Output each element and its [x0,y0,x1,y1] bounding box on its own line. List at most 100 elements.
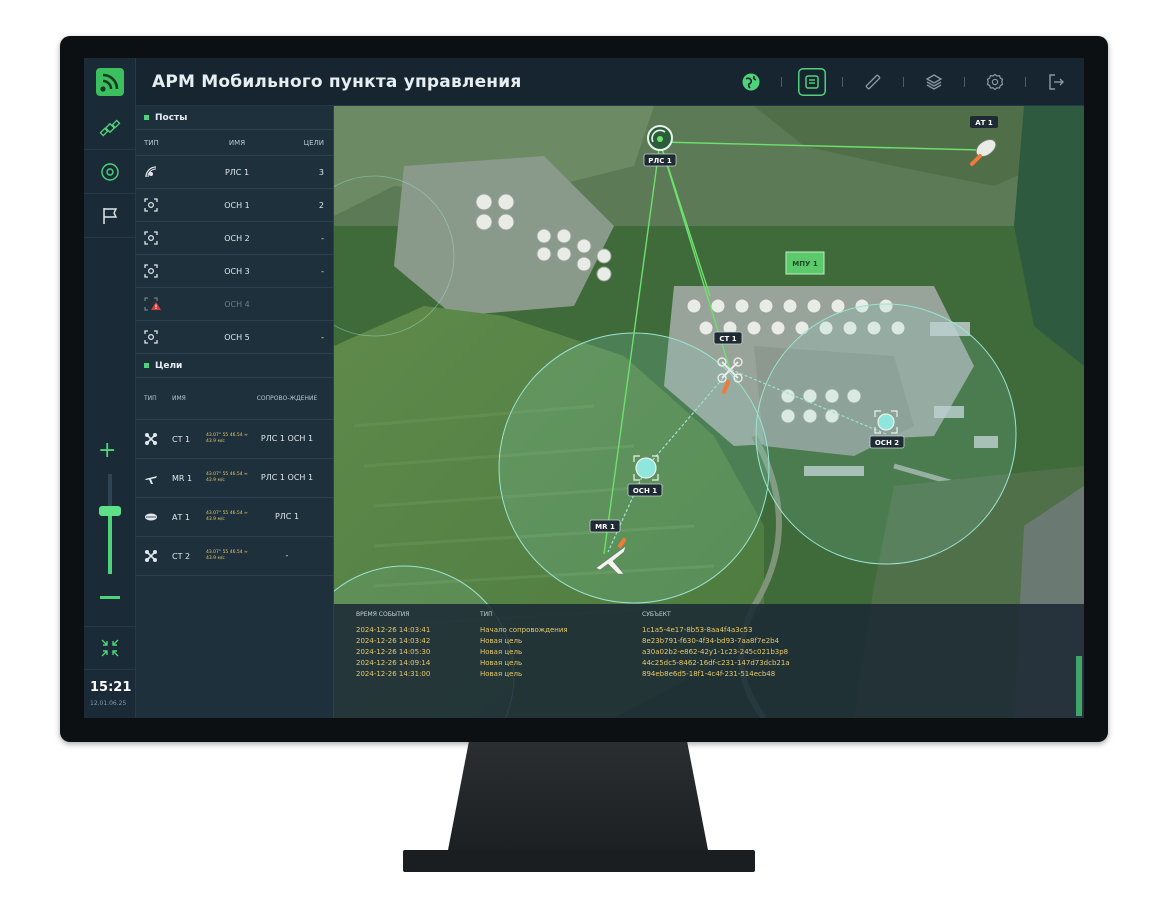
col-type: ТИП [144,395,157,402]
monitor-stand-base [403,850,755,872]
post-name: ОСН 4 [224,299,250,309]
col-event-type: ТИП [480,610,493,618]
map-label-osn1: ОСН 1 [633,487,657,495]
event-log-scrollbar[interactable] [1076,656,1082,716]
zoom-out-button[interactable] [100,596,120,599]
target-name: АТ 1 [172,512,190,522]
radar-marker[interactable] [647,125,673,151]
post-row-rls1[interactable]: РЛС 1 3 [136,156,333,189]
target-button[interactable] [84,150,136,194]
targets-section-header[interactable]: Цели [136,354,333,378]
satellite-icon [99,119,121,136]
col-event-subject: СУБЪЕКТ [642,610,671,618]
logo-icon [84,58,136,106]
section-marker [144,115,149,120]
post-row-osn3[interactable]: ОСН 3 - [136,255,333,288]
settings-icon[interactable] [981,68,1009,96]
layers-icon[interactable] [920,68,948,96]
notes-icon[interactable] [798,68,826,96]
left-rail: + 15:21 12.01.06.25 [84,106,136,718]
toolbar [737,68,1070,96]
target-telemetry: 43.07° 55 46.54 ≈ 43.9 м/с [206,511,248,522]
app-title: АРМ Мобильного пункта управления [152,71,522,92]
post-name: ОСН 3 [224,266,250,276]
post-row-osn1[interactable]: ОСН 1 2 [136,189,333,222]
camera-icon [144,231,182,245]
targets-title: Цели [155,360,183,371]
target-row-st2[interactable]: СТ 2 43.07° 55 46.54 ≈ 43.9 м/с - [136,537,333,576]
toolbar-divider [1025,77,1026,87]
map-label-at1: АТ 1 [975,119,993,127]
event-time: 2024-12-26 14:03:41 [356,625,431,634]
post-name: ОСН 2 [224,233,250,243]
event-type: Новая цель [480,669,523,678]
event-time: 2024-12-26 14:09:14 [356,658,431,667]
event-subject: 1c1a5-4e17-8b53-8aa4f4a3c53 [642,625,753,634]
target-telemetry: 43.07° 55 46.54 ≈ 43.9 м/с [206,433,248,444]
col-name: ИМЯ [172,395,186,402]
event-type: Новая цель [480,636,523,645]
posts-section-header[interactable]: Посты [136,106,333,130]
crosshair-icon [101,162,119,181]
post-row-osn2[interactable]: ОСН 2 - [136,222,333,255]
event-row[interactable]: 2024-12-26 14:03:42 Новая цель 8e23b791-f6… [334,635,1084,646]
col-targets: ЦЕЛИ [303,138,324,147]
event-subject: 894eb8e6d5-18f1-4c4f-231-514ecb48 [642,669,776,678]
side-panel: Посты ТИП ИМЯ ЦЕЛИ РЛС 1 3 ОСН 1 2 ОСН 2… [136,106,334,718]
toolbar-divider [964,77,965,87]
airship-icon [144,510,172,524]
target-row-mr1[interactable]: МR 1 43.07° 55 46.54 ≈ 43.9 м/с РЛС 1 ОС… [136,459,333,498]
zoom-slider-handle[interactable] [99,506,121,516]
monitor-stand [448,742,708,850]
event-type: Начало сопровождения [480,625,568,634]
plane-icon [144,471,172,485]
zoom-slider[interactable] [108,474,112,574]
event-type: Новая цель [480,647,523,656]
target-telemetry: 43.07° 55 46.54 ≈ 43.9 м/с [206,550,248,561]
collapse-button[interactable] [84,626,136,670]
event-subject: a30a02b2-e862-42y1-1c23-245c021b3p8 [642,647,789,656]
drone-icon [144,432,172,446]
globe-icon[interactable] [737,68,765,96]
camera-icon [144,330,182,344]
posts-columns: ТИП ИМЯ ЦЕЛИ [136,130,333,156]
toolbar-divider [781,77,782,87]
zoom-in-button[interactable]: + [98,438,116,463]
event-subject: 44c25dc5-8462-16df-c231-147d73dcb21a [642,658,790,667]
top-bar: АРМ Мобильного пункта управления [84,58,1084,106]
event-row[interactable]: 2024-12-26 14:05:30 Новая цель a30a02b2-e8… [334,646,1084,657]
post-targets: - [321,233,324,243]
target-row-at1[interactable]: АТ 1 43.07° 55 46.54 ≈ 43.9 м/с РЛС 1 [136,498,333,537]
col-type: ТИП [144,138,159,147]
toolbar-divider [903,77,904,87]
target-tracking: РЛС 1 ОСН 1 [260,473,314,482]
radar-icon [144,165,182,179]
satellite-button[interactable] [84,106,136,150]
clock-date: 12.01.06.25 [90,700,127,707]
post-targets: - [321,266,324,276]
map-label-mpu1: МПУ 1 [792,260,818,268]
event-row[interactable]: 2024-12-26 14:09:14 Новая цель 44c25dc5-84… [334,657,1084,668]
event-row[interactable]: 2024-12-26 14:03:41 Начало сопровождения 1… [334,624,1084,635]
logout-icon[interactable] [1042,68,1070,96]
target-name: СТ 1 [172,434,191,444]
ruler-icon[interactable] [859,68,887,96]
post-targets: 2 [318,200,324,210]
post-row-osn4[interactable]: ОСН 4 [136,288,333,321]
post-row-osn5[interactable]: ОСН 5 - [136,321,333,354]
camera-icon [144,198,182,212]
toolbar-divider [842,77,843,87]
map-label-mr1: МR 1 [595,523,615,531]
col-event-time: ВРЕМЯ СОБЫТИЯ [356,610,410,618]
flag-button[interactable] [84,194,136,238]
target-name: МR 1 [172,473,193,483]
event-log-header: ВРЕМЯ СОБЫТИЯ ТИП СУБЪЕКТ [334,604,1084,624]
post-name: ОСН 5 [224,332,250,342]
app-screen: АРМ Мобильного пункта управления + 15:21… [84,58,1084,718]
clock-time: 15:21 [90,680,132,695]
event-row[interactable]: 2024-12-26 14:31:00 Новая цель 894eb8e6d5-… [334,668,1084,679]
targets-columns: ТИП ИМЯ СОПРОВО-ЖДЕНИЕ [136,378,333,420]
flag-icon [103,207,118,224]
target-name: СТ 2 [172,551,191,561]
target-row-st1[interactable]: СТ 1 43.07° 55 46.54 ≈ 43.9 м/с РЛС 1 ОС… [136,420,333,459]
